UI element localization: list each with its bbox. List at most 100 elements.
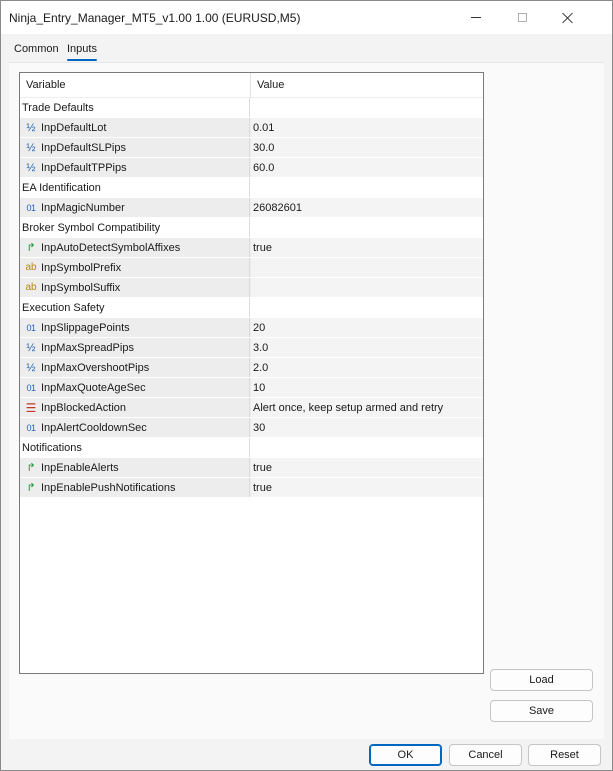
parameter-value[interactable]: Alert once, keep setup armed and retry [253, 402, 443, 414]
group-label: Broker Symbol Compatibility [22, 221, 161, 234]
double-icon: ½ [26, 161, 36, 174]
value-cell[interactable] [251, 278, 483, 297]
variable-cell: ab InpSymbolSuffix [20, 278, 250, 297]
value-cell[interactable] [251, 258, 483, 277]
param-row[interactable]: ↱ InpAutoDetectSymbolAffixes true [20, 238, 483, 258]
parameter-value[interactable]: 26082601 [253, 202, 302, 214]
parameter-value[interactable]: 2.0 [253, 362, 268, 374]
maximize-button[interactable] [499, 1, 545, 34]
minimize-button[interactable] [453, 1, 499, 34]
parameter-value[interactable]: 10 [253, 382, 265, 394]
parameter-value[interactable]: true [253, 462, 272, 474]
column-header-value[interactable]: Value [257, 79, 284, 91]
value-cell [251, 298, 483, 317]
param-row[interactable]: 01 InpMaxQuoteAgeSec 10 [20, 378, 483, 398]
variable-cell: Trade Defaults [20, 98, 250, 117]
param-row[interactable]: ab InpSymbolSuffix [20, 278, 483, 298]
double-icon: ½ [26, 141, 36, 154]
param-row[interactable]: ½ InpDefaultLot 0.01 [20, 118, 483, 138]
value-cell[interactable]: true [251, 478, 483, 497]
value-cell[interactable]: 26082601 [251, 198, 483, 217]
variable-cell: ½ InpMaxSpreadPips [20, 338, 250, 357]
value-cell[interactable]: true [251, 238, 483, 257]
parameter-name: InpMagicNumber [41, 201, 125, 214]
param-row[interactable]: 01 InpMagicNumber 26082601 [20, 198, 483, 218]
group-row: Notifications [20, 438, 483, 458]
param-row[interactable]: ☰ InpBlockedAction Alert once, keep setup … [20, 398, 483, 418]
reset-button[interactable]: Reset [528, 744, 601, 766]
param-row[interactable]: ½ InpDefaultTPPips 60.0 [20, 158, 483, 178]
parameter-name: InpEnablePushNotifications [41, 481, 176, 494]
variable-cell: ↱ InpEnableAlerts [20, 458, 250, 477]
value-cell[interactable]: 10 [251, 378, 483, 397]
variable-cell: Notifications [20, 438, 250, 457]
value-cell [251, 98, 483, 117]
parameter-name: InpDefaultTPPips [41, 161, 127, 174]
value-cell[interactable]: 0.01 [251, 118, 483, 137]
variable-cell: 01 InpMagicNumber [20, 198, 250, 217]
value-cell[interactable]: 30.0 [251, 138, 483, 157]
parameter-value[interactable]: true [253, 242, 272, 254]
inputs-grid: Variable Value Trade Defaults ½ InpDefault… [19, 72, 484, 674]
param-row[interactable]: ½ InpMaxOvershootPips 2.0 [20, 358, 483, 378]
value-cell[interactable]: 2.0 [251, 358, 483, 377]
value-cell[interactable]: true [251, 458, 483, 477]
column-divider[interactable] [250, 73, 251, 97]
properties-dialog: Ninja_Entry_Manager_MT5_v1.00 1.00 (EURU… [0, 0, 613, 771]
value-cell[interactable]: 60.0 [251, 158, 483, 177]
cancel-button[interactable]: Cancel [449, 744, 522, 766]
integer-icon: 01 [26, 422, 36, 433]
dialog-client: Common Inputs Variable Value Trade Defau… [1, 34, 612, 770]
parameter-value[interactable]: 3.0 [253, 342, 268, 354]
parameter-value[interactable]: 20 [253, 322, 265, 334]
tab-common[interactable]: Common [14, 43, 59, 55]
variable-cell: 01 InpMaxQuoteAgeSec [20, 378, 250, 397]
parameter-name: InpMaxSpreadPips [41, 341, 134, 354]
value-cell[interactable]: 20 [251, 318, 483, 337]
param-row[interactable]: ½ InpMaxSpreadPips 3.0 [20, 338, 483, 358]
param-row[interactable]: 01 InpSlippagePoints 20 [20, 318, 483, 338]
param-row[interactable]: 01 InpAlertCooldownSec 30 [20, 418, 483, 438]
parameter-name: InpSlippagePoints [41, 321, 130, 334]
variable-cell: ↱ InpAutoDetectSymbolAffixes [20, 238, 250, 257]
ok-button[interactable]: OK [369, 744, 442, 766]
tab-inputs[interactable]: Inputs [67, 43, 97, 61]
value-cell[interactable]: 3.0 [251, 338, 483, 357]
parameter-value[interactable]: true [253, 482, 272, 494]
save-button[interactable]: Save [490, 700, 593, 722]
close-button[interactable] [545, 1, 591, 34]
value-cell[interactable]: Alert once, keep setup armed and retry [251, 398, 483, 417]
parameter-name: InpDefaultLot [41, 121, 107, 134]
value-cell [251, 438, 483, 457]
double-icon: ½ [26, 361, 36, 374]
parameter-name: InpAutoDetectSymbolAffixes [41, 241, 181, 254]
bool-icon: ↱ [26, 482, 36, 494]
column-header-variable[interactable]: Variable [26, 79, 66, 91]
parameter-value[interactable]: 60.0 [253, 162, 274, 174]
param-row[interactable]: ↱ InpEnableAlerts true [20, 458, 483, 478]
variable-cell: ☰ InpBlockedAction [20, 398, 250, 417]
bool-icon: ↱ [26, 462, 36, 474]
tab-strip: Common Inputs [1, 34, 612, 62]
parameter-value[interactable]: 30 [253, 422, 265, 434]
variable-cell: ½ InpDefaultLot [20, 118, 250, 137]
param-row[interactable]: ½ InpDefaultSLPips 30.0 [20, 138, 483, 158]
load-button[interactable]: Load [490, 669, 593, 691]
group-row: EA Identification [20, 178, 483, 198]
param-row[interactable]: ↱ InpEnablePushNotifications true [20, 478, 483, 498]
variable-cell: ab InpSymbolPrefix [20, 258, 250, 277]
parameter-name: InpMaxQuoteAgeSec [41, 381, 146, 394]
param-row[interactable]: ab InpSymbolPrefix [20, 258, 483, 278]
group-row: Trade Defaults [20, 98, 483, 118]
value-cell[interactable]: 30 [251, 418, 483, 437]
parameter-value[interactable]: 30.0 [253, 142, 274, 154]
variable-cell: ↱ InpEnablePushNotifications [20, 478, 250, 497]
grid-header: Variable Value [20, 73, 483, 98]
minimize-icon [471, 17, 481, 18]
parameter-name: InpDefaultSLPips [41, 141, 126, 154]
variable-cell: Broker Symbol Compatibility [20, 218, 250, 237]
variable-cell: 01 InpSlippagePoints [20, 318, 250, 337]
parameter-value[interactable]: 0.01 [253, 122, 274, 134]
group-row: Execution Safety [20, 298, 483, 318]
maximize-icon [517, 13, 527, 22]
